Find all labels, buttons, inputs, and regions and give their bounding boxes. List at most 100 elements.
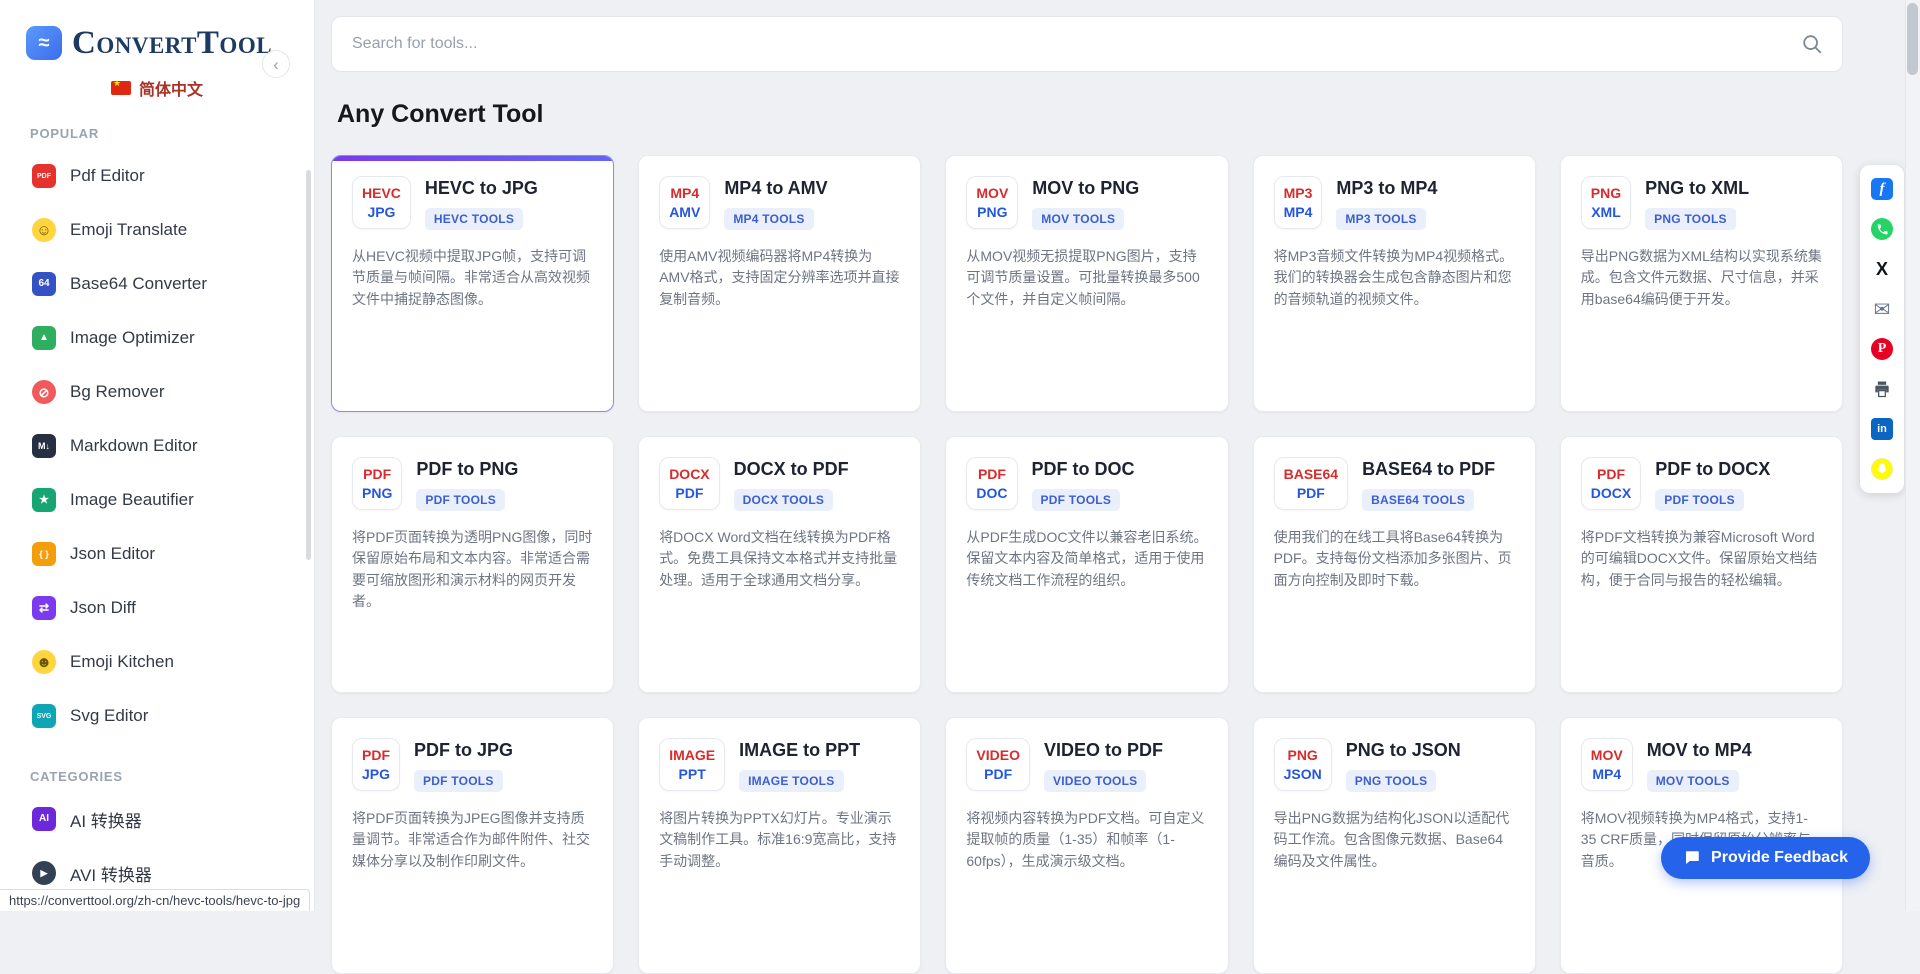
tool-card-pdf-to-docx[interactable]: PDF DOCX PDF to DOCX PDF TOOLS 将PDF文档转换为… <box>1560 436 1843 693</box>
sidebar-item-bg-remover[interactable]: ⊘Bg Remover <box>0 365 314 419</box>
tool-card-mp3-to-mp4[interactable]: MP3 MP4 MP3 to MP4 MP3 TOOLS 将MP3音频文件转换为… <box>1253 155 1536 412</box>
tool-description: 将MP3音频文件转换为MP4视频格式。我们的转换器会生成包含静态图片和您的音频轨… <box>1274 246 1515 310</box>
sidebar-item-image-beautifier[interactable]: ★Image Beautifier <box>0 473 314 527</box>
tool-category-tag: PDF TOOLS <box>416 489 505 511</box>
format-badge: BASE64 PDF <box>1274 457 1348 510</box>
format-badge: PDF PNG <box>352 457 402 510</box>
tool-category-tag: HEVC TOOLS <box>425 208 523 230</box>
card-title-block: PDF to DOCX PDF TOOLS <box>1655 457 1770 511</box>
tool-category-tag: DOCX TOOLS <box>734 489 834 511</box>
format-from: IMAGE <box>669 747 715 763</box>
card-title-block: PDF to PNG PDF TOOLS <box>416 457 518 511</box>
sidebar-item-label: Emoji Kitchen <box>70 652 174 672</box>
sidebar-item-markdown-editor[interactable]: M↓Markdown Editor <box>0 419 314 473</box>
share-snapchat-button[interactable] <box>1870 457 1894 481</box>
chat-bubble-icon <box>1683 849 1701 867</box>
provide-feedback-button[interactable]: Provide Feedback <box>1661 837 1870 879</box>
sidebar-item-label: Json Editor <box>70 544 155 564</box>
sidebar-list-popular: PDFPdf Editor☺Emoji Translate64Base64 Co… <box>0 149 314 743</box>
format-badge: PNG XML <box>1581 176 1631 229</box>
card-header: PNG JSON PNG to JSON PNG TOOLS <box>1274 738 1515 792</box>
tool-category-tag: MOV TOOLS <box>1032 208 1124 230</box>
tool-card-video-to-pdf[interactable]: VIDEO PDF VIDEO to PDF VIDEO TOOLS 将视频内容… <box>945 717 1228 974</box>
card-title-block: PNG to JSON PNG TOOLS <box>1346 738 1461 792</box>
format-from: PDF <box>1597 466 1625 482</box>
sidebar-item-label: Json Diff <box>70 598 136 618</box>
logo[interactable]: ≈ ConvertTool <box>0 0 314 60</box>
share-linkedin-button[interactable]: in <box>1870 417 1894 441</box>
sidebar-item-json-editor[interactable]: { } Json Editor <box>0 527 314 581</box>
sidebar-item-base64-converter[interactable]: 64Base64 Converter <box>0 257 314 311</box>
format-to: XML <box>1591 204 1621 220</box>
tool-title: PDF to PNG <box>416 459 518 480</box>
card-header: BASE64 PDF BASE64 to PDF BASE64 TOOLS <box>1274 457 1515 511</box>
share-pinterest-button[interactable]: P <box>1870 337 1894 361</box>
scrollbar-thumb[interactable] <box>1907 3 1918 75</box>
language-selector[interactable]: 简体中文 <box>0 76 314 100</box>
tool-card-pdf-to-jpg[interactable]: PDF JPG PDF to JPG PDF TOOLS 将PDF页面转换为JP… <box>331 717 614 974</box>
image-optimizer-icon: ▲ <box>32 326 56 350</box>
ai-category-icon: AI <box>32 807 56 831</box>
share-whatsapp-button[interactable] <box>1870 217 1894 241</box>
sidebar-item-json-diff[interactable]: ⇄Json Diff <box>0 581 314 635</box>
tool-title: PDF to DOCX <box>1655 459 1770 480</box>
card-title-block: PDF to DOC PDF TOOLS <box>1032 457 1135 511</box>
tool-title: MP3 to MP4 <box>1336 178 1437 199</box>
tool-card-image-to-ppt[interactable]: IMAGE PPT IMAGE to PPT IMAGE TOOLS 将图片转换… <box>638 717 921 974</box>
sidebar-item-label: Bg Remover <box>70 382 164 402</box>
format-badge: VIDEO PDF <box>966 738 1030 791</box>
chevron-left-icon: ‹ <box>273 56 279 73</box>
search-icon[interactable] <box>1801 33 1823 55</box>
format-to: AMV <box>669 204 700 220</box>
share-email-button[interactable]: ✉ <box>1870 297 1894 321</box>
emoji-kitchen-icon: ☻ <box>32 650 56 674</box>
page-scrollbar[interactable] <box>1905 0 1920 911</box>
share-print-button[interactable] <box>1870 377 1894 401</box>
tool-card-mov-to-png[interactable]: MOV PNG MOV to PNG MOV TOOLS 从MOV视频无损提取P… <box>945 155 1228 412</box>
emoji-translate-icon: ☺ <box>32 218 56 242</box>
tool-description: 导出PNG数据为结构化JSON以适配代码工作流。包含图像元数据、Base64编码… <box>1274 808 1515 872</box>
sidebar-item-ai[interactable]: AIAI 转换器 <box>0 792 314 846</box>
sidebar-item-emoji-translate[interactable]: ☺Emoji Translate <box>0 203 314 257</box>
tool-card-mp4-to-amv[interactable]: MP4 AMV MP4 to AMV MP4 TOOLS 使用AMV视频编码器将… <box>638 155 921 412</box>
card-title-block: IMAGE to PPT IMAGE TOOLS <box>739 738 860 792</box>
tool-card-base64-to-pdf[interactable]: BASE64 PDF BASE64 to PDF BASE64 TOOLS 使用… <box>1253 436 1536 693</box>
sidebar-item-pdf-editor[interactable]: PDFPdf Editor <box>0 149 314 203</box>
sidebar-item-emoji-kitchen[interactable]: ☻ Emoji Kitchen <box>0 635 314 689</box>
sidebar-collapse-button[interactable]: ‹ <box>262 50 290 78</box>
avi-category-icon: ▶ <box>32 861 56 885</box>
sidebar-item-image-optimizer[interactable]: ▲Image Optimizer <box>0 311 314 365</box>
format-to: JSON <box>1284 766 1322 782</box>
tool-description: 从HEVC视频中提取JPG帧，支持可调节质量与帧间隔。非常适合从高效视频文件中捕… <box>352 246 593 310</box>
tool-card-png-to-json[interactable]: PNG JSON PNG to JSON PNG TOOLS 导出PNG数据为结… <box>1253 717 1536 974</box>
sidebar: ≈ ConvertTool ‹ 简体中文 POPULARPDFPdf Edito… <box>0 0 315 911</box>
card-header: IMAGE PPT IMAGE to PPT IMAGE TOOLS <box>659 738 900 792</box>
social-share-bar: f X ✉ Pin <box>1860 165 1904 493</box>
card-header: MP4 AMV MP4 to AMV MP4 TOOLS <box>659 176 900 230</box>
tool-card-png-to-xml[interactable]: PNG XML PNG to XML PNG TOOLS 导出PNG数据为XML… <box>1560 155 1843 412</box>
share-x-button[interactable]: X <box>1870 257 1894 281</box>
tool-category-tag: PDF TOOLS <box>1655 489 1744 511</box>
tool-description: 使用AMV视频编码器将MP4转换为AMV格式，支持固定分辨率选项并直接复制音频。 <box>659 246 900 310</box>
format-to: DOCX <box>1591 485 1631 501</box>
json-editor-icon: { } <box>32 542 56 566</box>
tool-title: PNG to XML <box>1645 178 1749 199</box>
sidebar-scrollbar[interactable] <box>306 170 311 560</box>
card-title-block: VIDEO to PDF VIDEO TOOLS <box>1044 738 1163 792</box>
format-from: MOV <box>1591 747 1623 763</box>
linkedin-icon: in <box>1871 418 1893 440</box>
tool-description: 将DOCX Word文档在线转换为PDF格式。免费工具保持文本格式并支持批量处理… <box>659 527 900 591</box>
share-facebook-button[interactable]: f <box>1870 177 1894 201</box>
tool-card-pdf-to-png[interactable]: PDF PNG PDF to PNG PDF TOOLS 将PDF页面转换为透明… <box>331 436 614 693</box>
search-input[interactable] <box>331 16 1843 72</box>
tool-card-docx-to-pdf[interactable]: DOCX PDF DOCX to PDF DOCX TOOLS 将DOCX Wo… <box>638 436 921 693</box>
sidebar-item-svg-editor[interactable]: SVGSvg Editor <box>0 689 314 743</box>
tool-card-pdf-to-doc[interactable]: PDF DOC PDF to DOC PDF TOOLS 从PDF生成DOC文件… <box>945 436 1228 693</box>
tool-title: BASE64 to PDF <box>1362 459 1495 480</box>
tool-card-hevc-to-jpg[interactable]: HEVC JPG HEVC to JPG HEVC TOOLS 从HEVC视频中… <box>331 155 614 412</box>
format-badge: MP3 MP4 <box>1274 176 1323 229</box>
tool-description: 将视频内容转换为PDF文档。可自定义提取帧的质量（1-35）和帧率（1-60fp… <box>966 808 1207 872</box>
tool-category-tag: MOV TOOLS <box>1647 770 1739 792</box>
format-from: MP4 <box>670 185 699 201</box>
email-icon: ✉ <box>1871 298 1893 320</box>
